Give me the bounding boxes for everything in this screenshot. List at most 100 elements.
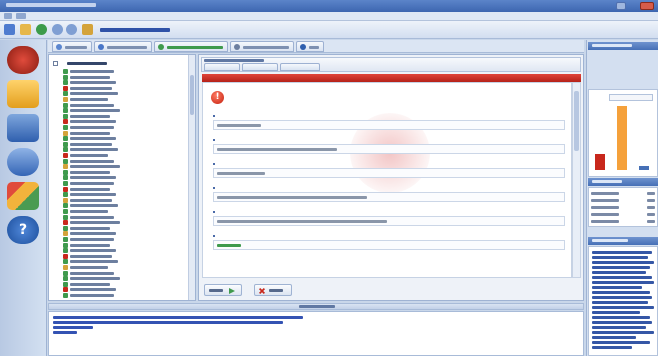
expand-toggle[interactable]: [53, 61, 58, 66]
log-header: [48, 303, 584, 310]
previous-button[interactable]: [204, 284, 242, 296]
help-icon[interactable]: ?: [7, 216, 39, 244]
open-icon[interactable]: [20, 24, 31, 35]
help-line: [592, 276, 652, 279]
magnify-icon[interactable]: [7, 148, 39, 176]
help-panel-header: [588, 237, 658, 245]
tree-root-label: [67, 62, 107, 65]
stat-key: [591, 220, 619, 223]
field-value-6-placeholder: [217, 244, 241, 247]
stat-value: [647, 206, 655, 209]
result-status-icon: [63, 293, 68, 298]
close-button[interactable]: [640, 2, 654, 10]
tree-row-label: [70, 210, 108, 213]
detail-tab-2[interactable]: [242, 63, 278, 71]
forward-icon[interactable]: [66, 24, 77, 35]
toolbar-button-back[interactable]: [52, 41, 92, 52]
cube-icon[interactable]: [7, 182, 39, 210]
tree-row-label: [70, 81, 116, 85]
detail-panel: !: [198, 54, 584, 301]
tree-row-label: [70, 238, 114, 241]
result-status-icon: [63, 265, 68, 270]
result-status-icon: [63, 119, 68, 125]
result-status-icon: [63, 253, 68, 259]
tree-row-label: [70, 75, 110, 79]
tree-row-label: [70, 70, 114, 73]
result-status-icon: [63, 175, 68, 181]
chart-bar-orange: [617, 106, 627, 170]
help-panel-title: [592, 239, 628, 242]
help-line: [592, 256, 648, 259]
tree-row-label: [70, 288, 116, 292]
home-icon[interactable]: [7, 46, 39, 74]
back-icon[interactable]: [52, 24, 63, 35]
result-status-icon: [63, 85, 68, 91]
tree-row-label: [70, 226, 110, 230]
tree-row-label: [70, 266, 108, 269]
result-status-icon: [63, 237, 68, 242]
result-status-icon: [63, 276, 68, 282]
arrow-right-icon: [229, 288, 235, 294]
tree-row-label: [70, 221, 120, 225]
stat-key: [591, 199, 619, 202]
result-status-icon: [63, 158, 68, 164]
check-icon: [158, 44, 164, 50]
help-text: [588, 246, 658, 356]
help-line: [592, 266, 650, 269]
result-status-icon: [63, 97, 68, 102]
save-icon[interactable]: [4, 24, 15, 35]
tree-row-label: [70, 198, 112, 202]
result-status-icon: [63, 80, 68, 86]
detail-tab-3[interactable]: [280, 63, 320, 71]
log-line: [53, 326, 93, 329]
toolbar-button-go[interactable]: [296, 41, 324, 52]
log-line: [53, 316, 303, 319]
tree-row-label: [70, 187, 110, 191]
help-line: [592, 271, 646, 274]
result-status-icon: [63, 91, 68, 97]
result-status-icon: [63, 141, 68, 147]
result-status-icon: [63, 108, 68, 114]
tree-row-label: [70, 282, 110, 286]
stats-panel-header: [588, 178, 658, 186]
detail-scrollbar[interactable]: [572, 82, 581, 278]
result-status-icon: [63, 192, 68, 198]
tree-row-label: [70, 249, 116, 253]
minimize-button[interactable]: [616, 2, 626, 10]
help-line: [592, 346, 632, 349]
field-value-4-placeholder: [217, 196, 367, 199]
tree-row-label: [70, 204, 118, 208]
help-line: [592, 306, 654, 309]
window-title: [6, 3, 96, 7]
tree-scroll-thumb[interactable]: [190, 75, 194, 115]
main-toolbar: [0, 21, 658, 39]
folder-icon[interactable]: [7, 80, 39, 108]
result-status-icon: [63, 102, 68, 108]
detail-tab-1[interactable]: [204, 63, 240, 71]
toolbar-button-search[interactable]: [94, 41, 152, 52]
tree-row-label: [70, 148, 118, 152]
refresh-icon[interactable]: [36, 24, 47, 35]
filter-icon: [234, 44, 240, 50]
tools-icon[interactable]: [7, 114, 39, 142]
address-link[interactable]: [100, 28, 170, 32]
toolbar-button-filter[interactable]: [230, 41, 294, 52]
home-small-icon[interactable]: [82, 24, 93, 35]
menu-item-file[interactable]: [4, 13, 12, 19]
tree-row-label: [70, 120, 116, 124]
summary-chart: [588, 89, 658, 177]
detail-scroll-thumb[interactable]: [574, 91, 579, 151]
search-icon: [98, 44, 104, 50]
toolbar-button-back-label: [65, 46, 87, 49]
results-tree[interactable]: [48, 54, 196, 301]
tree-row-label: [70, 137, 116, 141]
field-value-1: [213, 120, 565, 130]
tree-scrollbar[interactable]: [188, 55, 195, 300]
tree-row-label: [70, 92, 118, 96]
menu-item-view[interactable]: [16, 13, 26, 19]
toolbar-button-check[interactable]: [154, 41, 228, 52]
log-output[interactable]: [48, 311, 584, 356]
result-status-icon: [63, 69, 68, 74]
cancel-button[interactable]: [254, 284, 292, 296]
chart-legend: [609, 94, 653, 101]
